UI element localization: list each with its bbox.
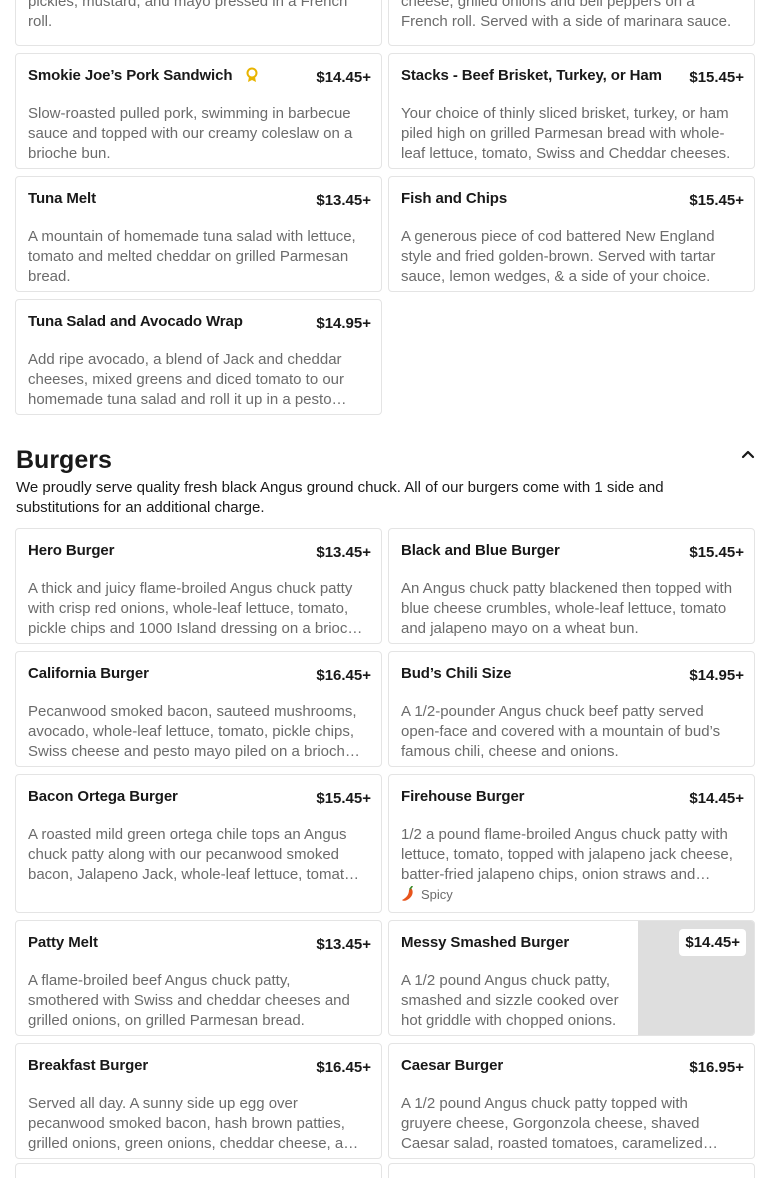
- sandwich-items-grid: Smokie Joe’s Pork Sandwich $14.45+ Slow-…: [15, 53, 755, 415]
- item-name: Caesar Burger: [401, 1057, 504, 1074]
- item-name: California Burger: [28, 665, 149, 682]
- item-description: Add ripe avocado, a blend of Jack and ch…: [28, 351, 345, 408]
- menu-item-card[interactable]: Messy Smashed Burger A 1/2 pound Angus c…: [388, 920, 755, 1036]
- item-name: Fish and Chips: [401, 190, 508, 207]
- item-name: Tuna Melt: [28, 190, 96, 207]
- item-price: $14.45+: [689, 790, 744, 807]
- item-description: 1/2 a pound flame-broiled Angus chuck pa…: [401, 826, 733, 883]
- section-description: We proudly serve quality fresh black Ang…: [16, 479, 664, 516]
- menu-item-card[interactable]: Fish and Chips $15.45+ A generous piece …: [388, 176, 755, 292]
- item-description: A 1/2 pound Angus chuck patty topped wit…: [401, 1095, 703, 1152]
- item-description: pickles, mustard, and mayo pressed in a …: [28, 0, 348, 30]
- item-price: $16.45+: [316, 667, 371, 684]
- menu-item-card[interactable]: Bud’s Chili Size $14.95+ A 1/2-pounder A…: [388, 651, 755, 767]
- item-price: $15.45+: [689, 544, 744, 561]
- award-icon: [246, 67, 258, 82]
- item-price: $13.45+: [316, 192, 371, 209]
- item-name: Bacon Ortega Burger: [28, 788, 178, 805]
- menu-item-card[interactable]: pickles, mustard, and mayo pressed in a …: [15, 0, 382, 46]
- menu-item-card[interactable]: Breakfast Burger $16.45+ Served all day.…: [15, 1043, 382, 1159]
- item-description: A roasted mild green ortega chile tops a…: [28, 826, 353, 883]
- menu-item-card[interactable]: Tuna Melt $13.45+ A mountain of homemade…: [15, 176, 382, 292]
- menu-item-card[interactable]: Stacks - Beef Brisket, Turkey, or Ham $1…: [388, 53, 755, 169]
- menu-item-card[interactable]: Black and Blue Burger $15.45+ An Angus c…: [388, 528, 755, 644]
- menu-item-card[interactable]: cheese, grilled onions and bell peppers …: [388, 0, 755, 46]
- item-price: $13.45+: [316, 936, 371, 953]
- section-title: Burgers: [16, 446, 112, 474]
- item-description: A flame-broiled beef Angus chuck patty, …: [28, 972, 350, 1029]
- item-description: A generous piece of cod battered New Eng…: [401, 228, 716, 285]
- chili-pepper-icon: [402, 886, 413, 901]
- item-name: Patty Melt: [28, 934, 98, 951]
- item-price: $15.45+: [316, 790, 371, 807]
- item-name: Tuna Salad and Avocado Wrap: [28, 313, 243, 330]
- item-price: $16.45+: [316, 1059, 371, 1076]
- item-description: Your choice of thinly sliced brisket, tu…: [401, 105, 731, 162]
- item-name: Smokie Joe’s Pork Sandwich: [28, 67, 233, 84]
- item-price: $13.45+: [316, 544, 371, 561]
- tag-label: Spicy: [421, 886, 453, 902]
- item-name: Black and Blue Burger: [401, 542, 560, 559]
- item-name: Messy Smashed Burger: [401, 934, 570, 951]
- item-price: $14.45+: [316, 69, 371, 86]
- item-description: A 1/2-pounder Angus chuck beef patty ser…: [401, 703, 721, 760]
- menu-item-card[interactable]: Patty Melt $13.45+ A flame-broiled beef …: [15, 920, 382, 1036]
- menu-item-card[interactable]: Tuna Salad and Avocado Wrap $14.95+ Add …: [15, 299, 382, 415]
- item-description: A 1/2 pound Angus chuck patty, smashed a…: [401, 972, 619, 1029]
- item-price: $14.95+: [689, 667, 744, 684]
- burger-items-grid: Hero Burger $13.45+ A thick and juicy fl…: [15, 528, 755, 1159]
- menu-item-card[interactable]: Hero Burger $13.45+ A thick and juicy fl…: [15, 528, 382, 644]
- item-name: Firehouse Burger: [401, 788, 525, 805]
- item-price: $14.95+: [316, 315, 371, 332]
- item-name: Hero Burger: [28, 542, 115, 559]
- item-price: $15.45+: [689, 192, 744, 209]
- item-name: Stacks - Beef Brisket, Turkey, or Ham: [401, 67, 662, 84]
- item-name: Bud’s Chili Size: [401, 665, 512, 682]
- item-price: $14.45+: [679, 929, 746, 956]
- menu-item-card[interactable]: Firehouse Burger $14.45+ 1/2 a pound fla…: [388, 774, 755, 913]
- menu-item-card[interactable]: Smokie Joe’s Pork Sandwich $14.45+ Slow-…: [15, 53, 382, 169]
- menu-item-card[interactable]: Bacon Ortega Burger $15.45+ A roasted mi…: [15, 774, 382, 913]
- menu-item-card[interactable]: [15, 1163, 382, 1178]
- item-description: Slow-roasted pulled pork, swimming in ba…: [28, 105, 353, 162]
- item-description: Pecanwood smoked bacon, sauteed mushroom…: [28, 703, 357, 760]
- chevron-up-icon[interactable]: [738, 444, 758, 464]
- item-description: cheese, grilled onions and bell peppers …: [401, 0, 732, 30]
- spicy-tag: Spicy: [401, 886, 453, 902]
- menu-item-card[interactable]: [388, 1163, 755, 1178]
- menu-item-card[interactable]: California Burger $16.45+ Pecanwood smok…: [15, 651, 382, 767]
- item-name: Breakfast Burger: [28, 1057, 149, 1074]
- item-description: A mountain of homemade tuna salad with l…: [28, 228, 356, 285]
- item-photo: $14.45+: [638, 921, 754, 1035]
- item-description: An Angus chuck patty blackened then topp…: [401, 580, 733, 637]
- item-price: $16.95+: [689, 1059, 744, 1076]
- item-price: $15.45+: [689, 69, 744, 86]
- menu-item-card[interactable]: Caesar Burger $16.95+ A 1/2 pound Angus …: [388, 1043, 755, 1159]
- item-description: Served all day. A sunny side up egg over…: [28, 1095, 360, 1152]
- item-description: A thick and juicy flame-broiled Angus ch…: [28, 580, 365, 637]
